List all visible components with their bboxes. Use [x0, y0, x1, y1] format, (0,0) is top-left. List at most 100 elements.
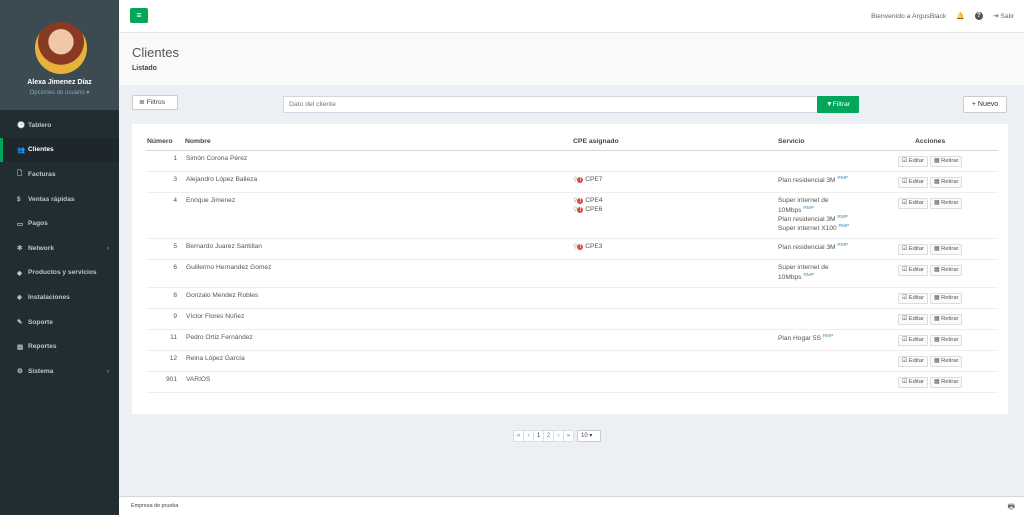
sidebar-item-sistema[interactable]: ⚙ Sistema ‹: [0, 359, 119, 384]
filters-button[interactable]: ≣ Filtros: [132, 95, 178, 110]
row-divider: [146, 192, 998, 193]
page-size-select[interactable]: 10 ▾: [577, 430, 601, 442]
service-line: 10Mbps RMP: [778, 206, 814, 214]
filter-button[interactable]: ▼Filtrar: [817, 96, 859, 113]
last-page-button[interactable]: »: [563, 430, 574, 442]
edit-button[interactable]: ☑ Editar: [898, 293, 928, 304]
user-options-dropdown[interactable]: Opciones de usuario ▾: [0, 89, 119, 96]
remove-button[interactable]: ▦ Retirar: [930, 356, 963, 367]
client-number: 8: [173, 292, 177, 299]
company-name: Empresa de prueba: [131, 503, 179, 509]
remove-button[interactable]: ▦ Retirar: [930, 198, 963, 209]
sidebar-item-clientes[interactable]: 👥 Clientes: [0, 137, 119, 163]
alert-icon: !: [577, 207, 584, 213]
cpe-item[interactable]: ⚲! CPE7: [573, 176, 602, 183]
sidebar-item-soporte[interactable]: ✎ Soporte: [0, 310, 119, 335]
cpe-item[interactable]: ⚲! CPE6: [573, 206, 602, 213]
rmp-badge: RMP: [838, 224, 850, 229]
edit-button[interactable]: ☑ Editar: [898, 356, 928, 367]
gear-icon: ⚙: [17, 368, 23, 376]
edit-button[interactable]: ☑ Editar: [898, 156, 928, 167]
users-icon: 👥: [17, 146, 26, 154]
sidebar-item-network[interactable]: ✻ Network ‹: [0, 236, 119, 261]
print-icon[interactable]: 🖶: [1007, 501, 1015, 515]
remove-button[interactable]: ▦ Retirar: [930, 377, 963, 388]
rmp-badge: RMP: [837, 215, 849, 220]
client-name[interactable]: Guillermo Hernandez Gomez: [186, 264, 271, 271]
logout-link[interactable]: ⇥ Salir: [993, 12, 1014, 20]
service-line: Super internet de: [778, 197, 829, 204]
remove-button[interactable]: ▦ Retirar: [930, 335, 963, 346]
remove-button[interactable]: ▦ Retirar: [930, 314, 963, 325]
remove-button[interactable]: ▦ Retirar: [930, 293, 963, 304]
cpe-label: CPE6: [585, 206, 603, 213]
remove-button[interactable]: ▦ Retirar: [930, 265, 963, 276]
remove-button[interactable]: ▦ Retirar: [930, 156, 963, 167]
sidebar-item-productos[interactable]: ◆ Productos y servicios: [0, 261, 119, 286]
row-divider: [146, 371, 998, 372]
client-name[interactable]: VARIOS: [186, 376, 210, 383]
report-icon: ▤: [17, 343, 24, 351]
sidebar-item-pagos[interactable]: ▭ Pagos: [0, 211, 119, 236]
wrench-icon: ◈: [17, 294, 22, 302]
sidebar-item-label: Network: [28, 244, 55, 252]
service-line: Plan Hogar 5S RMP: [778, 334, 833, 342]
service-line: Plan residencial 3M RMP: [778, 243, 848, 251]
cpe-label: CPE7: [585, 176, 603, 183]
client-name[interactable]: Pedro Ortiz Fernández: [186, 334, 253, 341]
cpe-label: CPE3: [585, 243, 603, 250]
sidebar-item-instalaciones[interactable]: ◈ Instalaciones: [0, 285, 119, 310]
client-name[interactable]: Simón Corona Pérez: [186, 155, 247, 162]
service-label: Super internet X100: [778, 225, 837, 233]
sidebar-item-facturas[interactable]: 🗋 Facturas: [0, 162, 119, 187]
alert-icon: !: [577, 177, 584, 183]
help-icon[interactable]: ?: [974, 12, 983, 20]
remove-button[interactable]: ▦ Retirar: [930, 244, 963, 255]
service-label: 10Mbps: [778, 207, 802, 215]
new-client-button[interactable]: + Nuevo: [963, 96, 1007, 113]
sidebar-item-label: Productos y servicios: [28, 269, 97, 277]
page-title: Clientes: [132, 45, 179, 60]
cpe-item[interactable]: ⚲! CPE4: [573, 197, 602, 204]
edit-button[interactable]: ☑ Editar: [898, 377, 928, 388]
edit-button[interactable]: ☑ Editar: [898, 177, 928, 188]
sidebar-item-reportes[interactable]: ▤ Reportes: [0, 334, 119, 359]
edit-button[interactable]: ☑ Editar: [898, 314, 928, 325]
client-name[interactable]: Alejandro López Balleza: [186, 176, 257, 183]
logout-label: Salir: [1000, 13, 1014, 20]
remove-button[interactable]: ▦ Retirar: [930, 177, 963, 188]
column-header-servicio: Servicio: [778, 138, 805, 145]
client-name[interactable]: Víctor Flores Núñez: [186, 313, 244, 320]
cpe-item[interactable]: ⚲! CPE3: [573, 243, 602, 250]
column-header-numero[interactable]: Número: [147, 138, 173, 145]
sidebar-item-tablero[interactable]: 🕒 Tablero: [0, 113, 119, 138]
client-number: 901: [165, 376, 177, 383]
edit-button[interactable]: ☑ Editar: [898, 198, 928, 209]
row-divider: [146, 392, 998, 393]
service-label: Plan residencial 3M: [778, 177, 836, 185]
rmp-badge: RMP: [837, 176, 849, 181]
sidebar-menu: 🕒 Tablero 👥 Clientes 🗋 Facturas $ Ventas ráp…: [0, 113, 119, 384]
service-line: Plan residencial 3M RMP: [778, 176, 848, 184]
client-name[interactable]: Reina López García: [186, 355, 245, 362]
bell-icon[interactable]: 🔔: [956, 12, 964, 20]
edit-button[interactable]: ☑ Editar: [898, 265, 928, 276]
sidebar-item-ventas-rapidas[interactable]: $ Ventas rápidas: [0, 187, 119, 212]
menu-toggle-button[interactable]: ≡: [130, 8, 148, 23]
client-name[interactable]: Enrique Jimenez: [186, 197, 235, 204]
topbar: ≡ Bienvenido a ArgusBlack 🔔 ? ⇥ Salir: [119, 0, 1024, 33]
client-name[interactable]: Gonzalo Mendez Robles: [186, 292, 258, 299]
column-header-nombre[interactable]: Nombre: [185, 138, 211, 145]
client-name[interactable]: Bernardo Juarez Santillan: [186, 243, 262, 250]
dashboard-icon: 🕒: [17, 122, 26, 130]
edit-button[interactable]: ☑ Editar: [898, 335, 928, 346]
client-number: 1: [173, 155, 177, 162]
sidebar-item-label: Reportes: [28, 343, 57, 351]
edit-button[interactable]: ☑ Editar: [898, 244, 928, 255]
rmp-badge: RMP: [803, 273, 814, 278]
row-divider: [146, 259, 998, 260]
client-search-input[interactable]: [283, 96, 818, 113]
service-line: Super internet de: [778, 264, 829, 271]
row-divider: [146, 238, 998, 239]
client-number: 3: [173, 176, 177, 183]
